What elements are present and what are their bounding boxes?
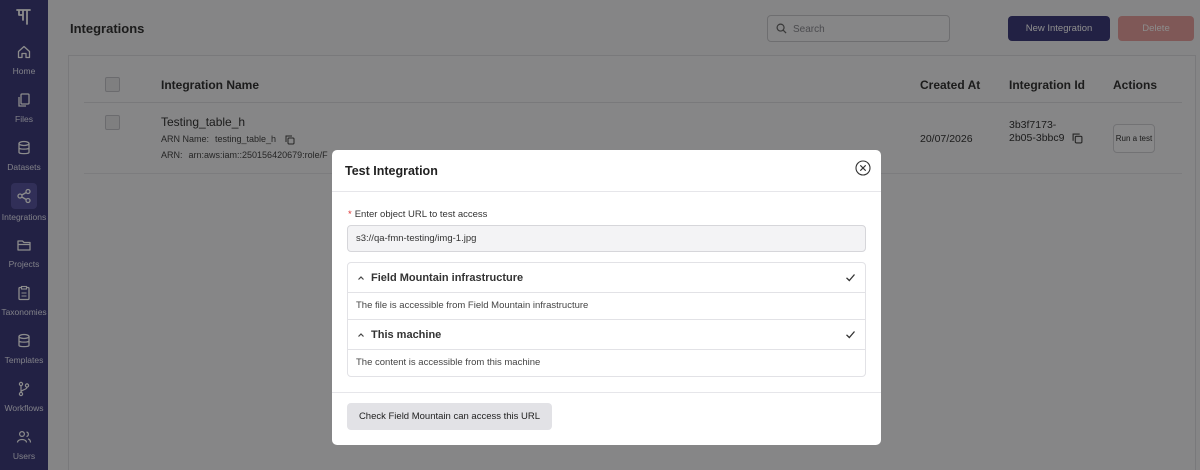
chevron-up-icon — [358, 276, 364, 280]
required-marker: * — [348, 209, 352, 220]
result-header-machine[interactable]: This machine — [348, 320, 865, 350]
modal-title: Test Integration — [345, 164, 438, 178]
divider — [332, 191, 881, 192]
result-title: Field Mountain infrastructure — [371, 272, 524, 284]
test-integration-modal: Test Integration * Enter object URL to te… — [332, 150, 881, 445]
result-header-infrastructure[interactable]: Field Mountain infrastructure — [348, 263, 865, 293]
check-icon — [846, 274, 855, 282]
object-url-input[interactable] — [347, 225, 866, 252]
url-field-label: * Enter object URL to test access — [348, 209, 488, 220]
check-access-button[interactable]: Check Field Mountain can access this URL — [347, 403, 552, 430]
chevron-up-icon — [358, 333, 364, 337]
result-message: The file is accessible from Field Mounta… — [356, 300, 589, 311]
result-title: This machine — [371, 329, 442, 341]
result-panel-machine: This machine The content is accessible f… — [347, 319, 866, 377]
check-icon — [846, 331, 855, 339]
close-icon[interactable] — [855, 160, 871, 176]
divider — [332, 392, 881, 393]
result-panel-infrastructure: Field Mountain infrastructure The file i… — [347, 262, 866, 320]
result-message: The content is accessible from this mach… — [356, 357, 541, 368]
